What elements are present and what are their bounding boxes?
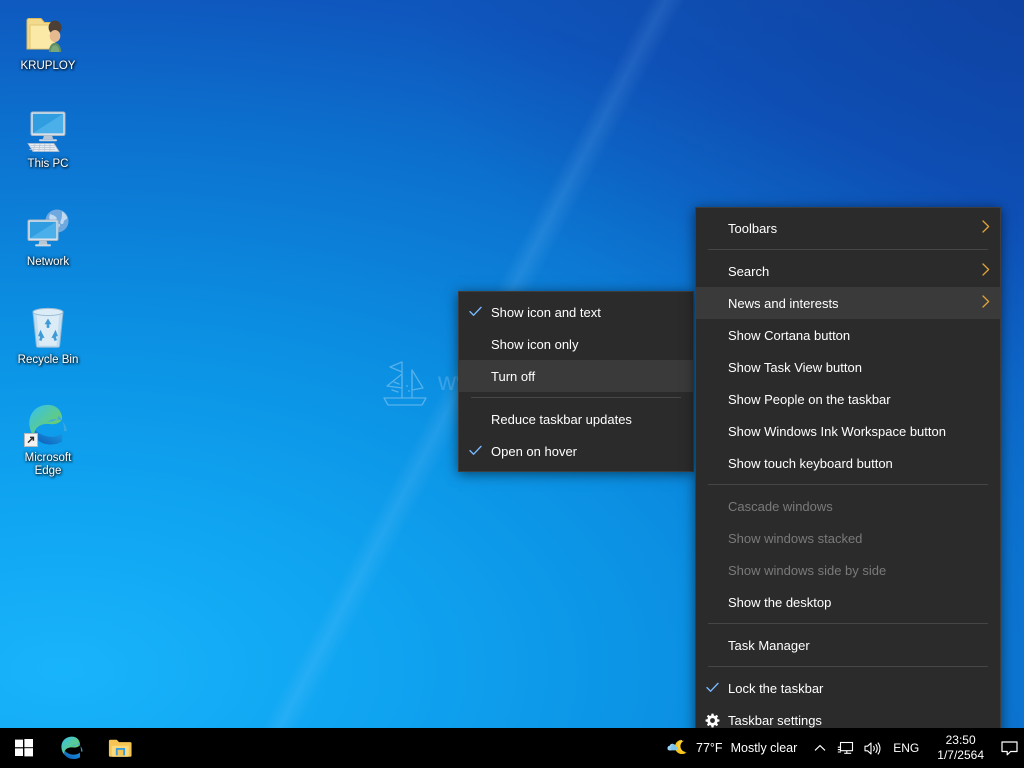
recycle-bin-icon [32, 307, 64, 348]
submenu-item-open-on-hover[interactable]: Open on hover [459, 435, 693, 467]
checkmark-icon [459, 305, 491, 320]
edge-icon [61, 736, 83, 760]
menu-item-label: Show touch keyboard button [728, 455, 893, 471]
gear-icon [696, 713, 728, 728]
menu-item-label: Show Task View button [728, 359, 862, 375]
menu-item-label: Turn off [491, 368, 536, 384]
menu-item-show-task-view-button[interactable]: Show Task View button [696, 351, 1000, 383]
menu-item-toolbars[interactable]: Toolbars [696, 212, 1000, 244]
clock[interactable]: 23:50 1/7/2564 [927, 728, 994, 768]
menu-separator [708, 666, 988, 667]
weather-temperature: 77°F [696, 741, 723, 755]
network-monitor-icon [838, 741, 854, 754]
recycle-bin-icon [6, 302, 90, 350]
news-and-interests-submenu[interactable]: Show icon and text Show icon only Turn off… [458, 291, 694, 472]
network-icon [27, 209, 69, 247]
menu-item-label: Show Windows Ink Workspace button [728, 423, 946, 439]
menu-item-label: Show People on the taskbar [728, 391, 891, 407]
desktop-icon-label: KRUPLOY [20, 60, 76, 72]
clock-date: 1/7/2564 [937, 748, 984, 762]
show-hidden-icons-button[interactable] [807, 728, 833, 768]
checkmark-icon [696, 681, 728, 696]
user-folder-icon [26, 18, 62, 52]
menu-item-label: Show windows side by side [728, 562, 887, 578]
moon-cloud-icon [667, 739, 687, 755]
menu-item-label: Show the desktop [728, 594, 832, 610]
submenu-item-show-icon-and-text[interactable]: Show icon and text [459, 296, 693, 328]
menu-item-label: Taskbar settings [728, 712, 822, 728]
news-and-interests-widget[interactable]: 77°F Mostly clear [660, 728, 807, 768]
menu-separator [708, 484, 988, 485]
menu-item-show-cortana-button[interactable]: Show Cortana button [696, 319, 1000, 351]
speaker-icon [864, 741, 881, 755]
computer-icon [27, 111, 66, 152]
menu-item-label: Show icon only [491, 336, 579, 352]
taskbar-context-menu[interactable]: Toolbars Search News and interests Show Cor… [695, 207, 1001, 741]
volume-button[interactable] [859, 728, 885, 768]
chevron-right-icon [982, 295, 990, 311]
user-folder-icon [6, 8, 90, 56]
menu-item-label: Show icon and text [491, 304, 601, 320]
desktop-icon-this-pc[interactable]: This PC [6, 106, 90, 171]
menu-item-label: Toolbars [728, 220, 778, 236]
shortcut-arrow-icon [24, 433, 38, 447]
menu-item-label: Open on hover [491, 443, 578, 459]
menu-item-show-windows-side-by-side: Show windows side by side [696, 554, 1000, 586]
menu-item-lock-the-taskbar[interactable]: Lock the taskbar [696, 672, 1000, 704]
submenu-item-reduce-taskbar-updates[interactable]: Reduce taskbar updates [459, 403, 693, 435]
menu-item-label: Show windows stacked [728, 530, 863, 546]
language-indicator[interactable]: ENG [885, 741, 927, 755]
menu-separator [471, 397, 681, 398]
taskbar-app-edge[interactable] [48, 728, 96, 768]
menu-item-show-windows-ink-workspace-button[interactable]: Show Windows Ink Workspace button [696, 415, 1000, 447]
windows-logo-icon [15, 739, 33, 757]
menu-item-show-windows-stacked: Show windows stacked [696, 522, 1000, 554]
desktop-screen: KRUPLOY This PC Network Recycle Bin Micr… [0, 0, 1024, 768]
submenu-item-turn-off[interactable]: Turn off [459, 360, 693, 392]
menu-item-search[interactable]: Search [696, 255, 1000, 287]
desktop-icon-recycle-bin[interactable]: Recycle Bin [6, 302, 90, 367]
system-tray: 77°F Mostly clear ENG 23:50 1/7/2564 [660, 728, 1024, 768]
network-icon [6, 204, 90, 252]
desktop-icon-microsoft-edge[interactable]: Microsoft Edge [6, 400, 90, 478]
menu-item-label: Show Cortana button [728, 327, 851, 343]
action-center-icon [1000, 740, 1018, 755]
menu-item-cascade-windows: Cascade windows [696, 490, 1000, 522]
submenu-item-show-icon-only[interactable]: Show icon only [459, 328, 693, 360]
menu-item-label: Task Manager [728, 637, 810, 653]
menu-item-show-the-desktop[interactable]: Show the desktop [696, 586, 1000, 618]
menu-item-show-people-on-the-taskbar[interactable]: Show People on the taskbar [696, 383, 1000, 415]
menu-item-label: Reduce taskbar updates [491, 411, 632, 427]
clock-time: 23:50 [945, 733, 976, 747]
action-center-button[interactable] [994, 728, 1024, 768]
start-button[interactable] [0, 728, 48, 768]
network-status-button[interactable] [833, 728, 859, 768]
menu-item-label: News and interests [728, 295, 839, 311]
edge-icon [6, 400, 90, 448]
checkmark-icon [459, 444, 491, 459]
desktop-icon-label: This PC [27, 158, 69, 170]
computer-icon [6, 106, 90, 154]
chevron-right-icon [982, 220, 990, 236]
desktop-icon-user-folder[interactable]: KRUPLOY [6, 8, 90, 73]
menu-item-news-and-interests[interactable]: News and interests [696, 287, 1000, 319]
menu-item-label: Cascade windows [728, 498, 833, 514]
chevron-up-icon [814, 744, 826, 751]
desktop-icon-network[interactable]: Network [6, 204, 90, 269]
desktop-icon-label: Network [26, 256, 70, 268]
chevron-right-icon [982, 263, 990, 279]
taskbar[interactable]: 77°F Mostly clear ENG 23:50 1/7/2564 [0, 728, 1024, 768]
menu-item-show-touch-keyboard-button[interactable]: Show touch keyboard button [696, 447, 1000, 479]
menu-separator [708, 623, 988, 624]
menu-item-label: Search [728, 263, 770, 279]
menu-item-task-manager[interactable]: Task Manager [696, 629, 1000, 661]
weather-condition: Mostly clear [730, 741, 798, 755]
desktop-icon-label: Microsoft Edge [24, 452, 72, 477]
menu-separator [708, 249, 988, 250]
gear-icon [705, 713, 719, 727]
folder-icon [108, 739, 132, 757]
desktop-icon-label: Recycle Bin [17, 354, 79, 366]
menu-item-label: Lock the taskbar [728, 680, 824, 696]
taskbar-app-file-explorer[interactable] [96, 728, 144, 768]
